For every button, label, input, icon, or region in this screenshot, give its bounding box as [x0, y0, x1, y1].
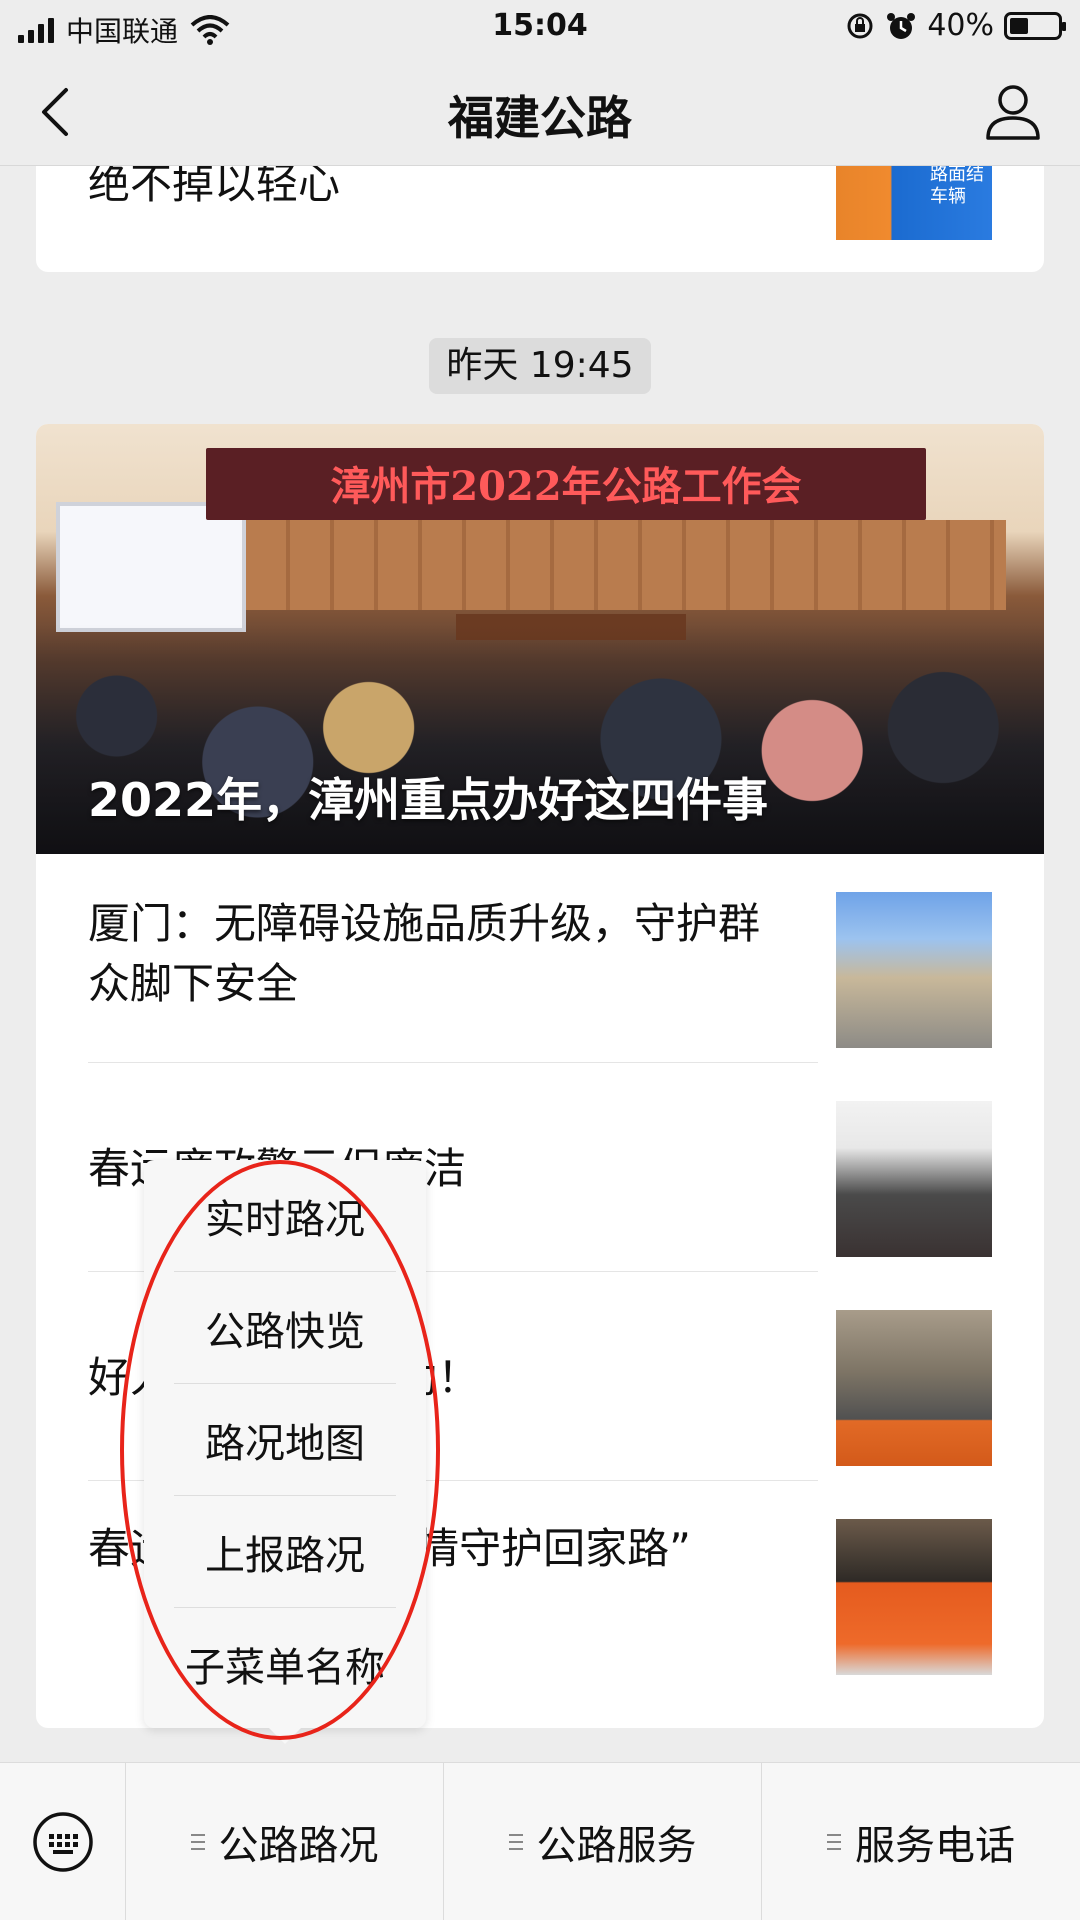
status-bar: 中国联通 15:04 40% — [0, 0, 1080, 56]
status-right: 40% — [845, 8, 1066, 43]
nav-bar: 福建公路 — [0, 56, 1080, 166]
list-item-title: 厦门：无障碍设施品质升级，守护群众脚下安全 — [88, 899, 761, 1008]
bottom-menu-bar: 公路路况 公路服务 服务电话 — [0, 1762, 1080, 1920]
submenu-popup: 实时路况 公路快览 路况地图 上报路况 子菜单名称 — [144, 1160, 426, 1744]
menu-list-icon — [508, 1834, 523, 1850]
menu-list-icon — [190, 1834, 205, 1850]
article-thumbnail: 路面结 车辆 — [836, 156, 992, 240]
projector-screen — [56, 502, 246, 632]
menu-button-label: 公路服务 — [536, 1823, 697, 1869]
battery-fill — [1010, 17, 1028, 34]
list-item-thumbnail — [836, 1310, 992, 1466]
menu-list-icon — [827, 1834, 841, 1850]
battery-percent: 40% — [927, 8, 994, 43]
keyboard-toggle-button[interactable] — [0, 1763, 126, 1920]
submenu-item-traffic-map[interactable]: 路况地图 — [144, 1384, 426, 1496]
battery-icon — [1004, 11, 1066, 40]
list-item-thumbnail — [836, 892, 992, 1048]
keyboard-icon — [32, 1812, 93, 1872]
menu-button-label: 服务电话 — [855, 1823, 1015, 1869]
hero-banner-text: 漳州市2022年公路工作会 — [330, 463, 802, 510]
submenu-item-road-overview[interactable]: 公路快览 — [144, 1272, 426, 1384]
submenu-item-realtime-traffic[interactable]: 实时路况 — [144, 1160, 426, 1272]
hero-title: 2022年，漳州重点办好这四件事 — [88, 773, 769, 827]
list-item-thumbnail — [836, 1101, 992, 1257]
menu-button-service-phone[interactable]: 服务电话 — [762, 1763, 1080, 1920]
menu-button-label: 公路路况 — [218, 1823, 379, 1869]
hero-article[interactable]: 漳州市2022年公路工作会 2022年，漳州重点办好这四件事 — [36, 424, 1044, 854]
menu-button-road-service[interactable]: 公路服务 — [444, 1763, 762, 1920]
message-timestamp: 昨天 19:45 — [429, 338, 651, 394]
rotation-lock-icon — [847, 13, 873, 38]
list-item[interactable]: 厦门：无障碍设施品质升级，守护群众脚下安全 — [36, 854, 1044, 1063]
alarm-icon — [887, 12, 916, 39]
submenu-item-placeholder[interactable]: 子菜单名称 — [144, 1608, 426, 1720]
menu-button-road-traffic[interactable]: 公路路况 — [126, 1763, 444, 1920]
person-icon[interactable] — [982, 80, 1044, 142]
page-title: 福建公路 — [448, 91, 632, 145]
thumbnail-text: 路面结 车辆 — [930, 164, 984, 207]
hero-wall — [246, 520, 1006, 610]
submenu-item-report-traffic[interactable]: 上报路况 — [144, 1496, 426, 1608]
list-item-thumbnail — [836, 1519, 992, 1675]
